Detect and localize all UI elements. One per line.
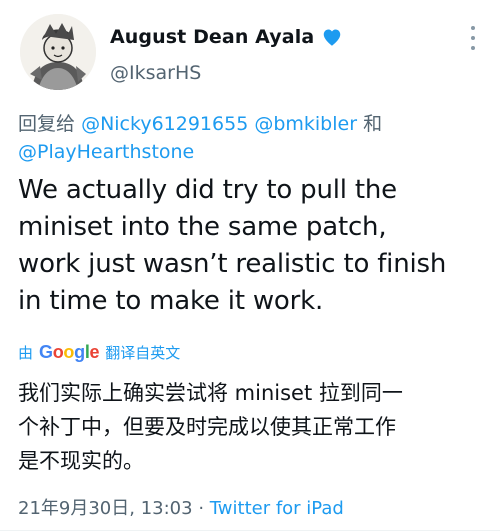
reply-prefix: 回复给 <box>18 113 76 135</box>
mention-link[interactable]: @bmkibler <box>254 113 357 135</box>
mention-link[interactable]: @PlayHearthstone <box>18 141 194 163</box>
more-options-icon[interactable] <box>466 26 480 50</box>
translated-from-label: 翻译自英文 <box>105 344 181 362</box>
tweet-text-line: in time to make it work. <box>18 286 324 316</box>
tweet-text-line: We actually did try to pull the <box>18 175 397 205</box>
display-name[interactable]: August Dean Ayala <box>110 26 314 48</box>
verified-badge-icon <box>321 26 343 48</box>
meta-separator: · <box>198 498 205 519</box>
tweet-text-line: miniset into the same patch, <box>18 212 387 242</box>
translated-text: 我们实际上确实尝试将 miniset 拉到同一 个补丁中，但要及时完成以使其正常… <box>18 376 488 478</box>
source-link[interactable]: Twitter for iPad <box>210 498 344 519</box>
reply-conjunction: 和 <box>363 113 383 135</box>
tweet-header: August Dean Ayala @IksarHS <box>0 0 500 100</box>
avatar[interactable] <box>20 14 96 90</box>
tweet-text-line: work just wasn’t realistic to finish <box>18 249 447 279</box>
divider <box>0 530 500 531</box>
translated-by-prefix: 由 <box>18 344 34 362</box>
translated-by-bar[interactable]: 由 Google 翻译自英文 <box>18 342 180 363</box>
user-handle[interactable]: @IksarHS <box>110 62 201 84</box>
mention-link[interactable]: @Nicky61291655 <box>81 113 248 135</box>
timestamp[interactable]: 21年9月30日, 13:03 <box>18 498 193 519</box>
google-logo: Google <box>39 342 100 362</box>
translated-text-line: 我们实际上确实尝试将 miniset 拉到同一 <box>18 381 403 405</box>
tweet-meta: 21年9月30日, 13:03 · Twitter for iPad <box>18 494 344 520</box>
translated-text-line: 个补丁中，但要及时完成以使其正常工作 <box>18 415 396 439</box>
translated-text-line: 是不现实的。 <box>18 449 144 473</box>
display-name-row: August Dean Ayala <box>110 26 343 48</box>
avatar-illustration-icon <box>20 14 96 90</box>
tweet-text: We actually did try to pull the miniset … <box>18 172 488 320</box>
replying-to-line: 回复给 @Nicky61291655 @bmkibler 和 @PlayHear… <box>18 110 478 166</box>
